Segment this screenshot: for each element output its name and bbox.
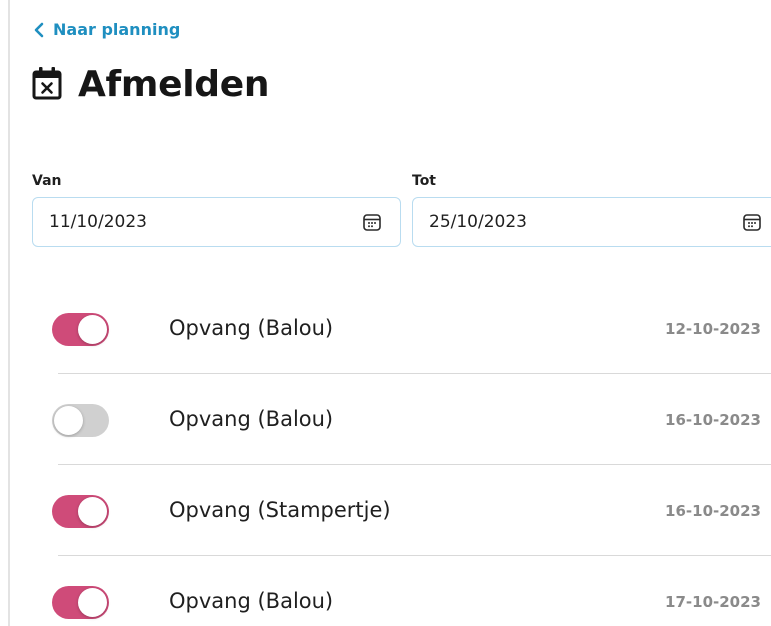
list-item-label: Opvang (Balou) [169, 589, 334, 613]
attendance-toggle[interactable] [52, 313, 109, 346]
chevron-left-icon [34, 22, 44, 38]
calendar-icon[interactable] [742, 212, 762, 232]
page-title: Afmelden [78, 64, 270, 105]
from-date-field: Van 11/10/2023 [32, 173, 401, 247]
page-header: Afmelden [30, 64, 270, 105]
list-item-label: Opvang (Balou) [169, 316, 334, 340]
attendance-toggle[interactable] [52, 495, 109, 528]
back-link-label: Naar planning [53, 20, 181, 39]
list-item-date: 12-10-2023 [665, 320, 761, 338]
list-item: Opvang (Balou) 17-10-2023 [0, 556, 771, 626]
toggle-knob [78, 497, 107, 526]
from-date-value: 11/10/2023 [49, 212, 147, 232]
list-item-label: Opvang (Stampertje) [169, 498, 391, 522]
calendar-x-icon [30, 65, 64, 105]
list-item-label: Opvang (Balou) [169, 407, 334, 431]
list-item: Opvang (Balou) 12-10-2023 [0, 283, 771, 374]
to-date-value: 25/10/2023 [429, 212, 527, 232]
list-item: Opvang (Stampertje) 16-10-2023 [0, 465, 771, 556]
list-item-date: 17-10-2023 [665, 593, 761, 611]
attendance-toggle[interactable] [52, 586, 109, 619]
attendance-toggle[interactable] [52, 404, 109, 437]
toggle-knob [54, 406, 83, 435]
toggle-knob [78, 588, 107, 617]
from-date-input[interactable]: 11/10/2023 [32, 197, 401, 247]
to-date-input[interactable]: 25/10/2023 [412, 197, 771, 247]
absence-list: Opvang (Balou) 12-10-2023 Opvang (Balou)… [0, 283, 771, 626]
list-item-date: 16-10-2023 [665, 411, 761, 429]
toggle-knob [78, 315, 107, 344]
back-to-planning-link[interactable]: Naar planning [34, 20, 180, 39]
list-item: Opvang (Balou) 16-10-2023 [0, 374, 771, 465]
list-item-date: 16-10-2023 [665, 502, 761, 520]
to-date-label: Tot [412, 173, 437, 189]
from-date-label: Van [32, 173, 62, 189]
calendar-icon[interactable] [362, 212, 382, 232]
to-date-field: Tot 25/10/2023 [412, 173, 771, 247]
page: Naar planning Afmelden Van 11/10/2023 To… [0, 0, 771, 626]
